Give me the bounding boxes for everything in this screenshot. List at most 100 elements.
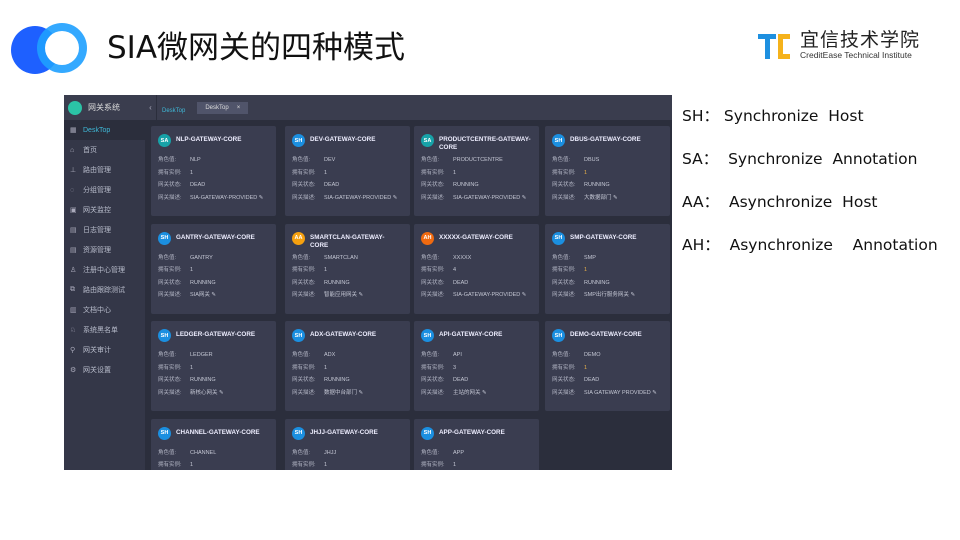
card-field: 网关描述: SMP出行服务网关 ✎: [552, 289, 662, 302]
card-field: 角色值: NLP: [158, 154, 268, 167]
legend-item: SH： Synchronize Host: [682, 104, 864, 126]
card-field: 网关描述: 智能应用网关 ✎: [292, 289, 402, 302]
sidebar-item[interactable]: ♘ 系统黑名单: [64, 320, 145, 340]
card-field: 网关状态: RUNNING: [552, 277, 662, 290]
card-field: 角色值: SMP: [552, 252, 662, 265]
top-bar: ‹ DeskTop DeskTop ×: [145, 95, 672, 120]
field-value: 1: [584, 169, 588, 176]
card-field: 网关描述: SIA-GATEWAY-PROVIDED ✎: [421, 289, 531, 302]
field-label: 角色值:: [158, 449, 177, 456]
gateway-card[interactable]: SH GANTRY-GATEWAY-CORE 角色值: GANTRY 拥有实例: 1 网关状…: [151, 223, 276, 314]
card-header: SA PRODUCTCENTRE-GATEWAY-CORE: [421, 134, 531, 152]
card-field: 角色值: XXXXX: [421, 252, 531, 265]
field-value: 新核心网关 ✎: [190, 389, 224, 396]
card-field: 拥有实例: 1: [552, 362, 662, 375]
sidebar-item-label: 分组管理: [83, 187, 111, 194]
card-field: 角色值: DBUS: [552, 154, 662, 167]
field-label: 拥有实例:: [292, 462, 316, 468]
card-field: 拥有实例: 4: [421, 264, 531, 277]
field-value: 1: [324, 267, 328, 273]
sidebar-item[interactable]: ▤ 日志管理: [64, 220, 145, 240]
breadcrumb[interactable]: DeskTop: [162, 108, 185, 114]
card-header: SH JHJJ-GATEWAY-CORE: [292, 426, 402, 445]
gateway-name: JHJJ-GATEWAY-CORE: [310, 428, 378, 436]
close-icon[interactable]: ×: [237, 105, 241, 111]
gateway-card[interactable]: SH CHANNEL-GATEWAY-CORE 角色值: CHANNEL 拥有实例: 1: [151, 418, 276, 470]
sidebar-item-label: 注册中心管理: [83, 267, 125, 274]
sidebar-item[interactable]: ⊥ 路由管理: [64, 160, 145, 180]
sidebar-item[interactable]: ⚙ 网关设置: [64, 360, 145, 380]
field-label: 网关描述:: [292, 389, 316, 396]
field-value: API: [453, 352, 462, 358]
field-label: 网关状态:: [158, 279, 182, 286]
card-field: 网关描述: 大数据部门 ✎: [552, 192, 662, 205]
card-field: 网关状态: DEAD: [421, 277, 531, 290]
gateway-name: GANTRY-GATEWAY-CORE: [176, 233, 255, 241]
card-field: 网关描述: SIA-GATEWAY-PROVIDED ✎: [421, 192, 531, 205]
gateway-card[interactable]: SH DBUS-GATEWAY-CORE 角色值: DBUS 拥有实例: 1 网关状态: RU…: [545, 126, 670, 216]
field-value: RUNNING: [324, 377, 350, 383]
field-label: 角色值:: [158, 352, 177, 358]
field-label: 网关状态:: [292, 182, 316, 188]
sidebar-item-label: 网关设置: [83, 367, 111, 374]
field-value: SIA-GATEWAY-PROVIDED ✎: [453, 194, 527, 201]
gateway-card[interactable]: SA PRODUCTCENTRE-GATEWAY-CORE 角色值: PRODUCTC…: [414, 126, 539, 216]
field-label: 拥有实例:: [552, 169, 576, 176]
sidebar-item[interactable]: ▤ 资源管理: [64, 240, 145, 260]
menu-icon: ▤: [70, 247, 77, 254]
sidebar-item[interactable]: ⚲ 网关审计: [64, 340, 145, 360]
sidebar-item[interactable]: ▥ 文档中心: [64, 300, 145, 320]
field-label: 角色值:: [552, 157, 571, 163]
brand-name-cn: 宜信技术学院: [800, 29, 921, 51]
field-value: 1: [190, 169, 194, 176]
gateway-card[interactable]: SH DEV-GATEWAY-CORE 角色值: DEV 拥有实例: 1 网关状态: DEAD…: [285, 126, 410, 216]
field-label: 角色值:: [421, 254, 440, 261]
legend-abbr: SA：: [682, 150, 719, 168]
card-field: 网关状态: RUNNING: [421, 179, 531, 192]
gateway-card[interactable]: SH ADX-GATEWAY-CORE 角色值: ADX 拥有实例: 1 网关状态: RUNN…: [285, 321, 410, 411]
sidebar-item[interactable]: ▣ 网关监控: [64, 200, 145, 220]
gateway-card[interactable]: AA SMARTCLAN-GATEWAY-CORE 角色值: SMARTCLAN 拥有实…: [285, 223, 410, 314]
sidebar-item[interactable]: ♙ 注册中心管理: [64, 260, 145, 280]
gateway-card[interactable]: SH SMP-GATEWAY-CORE 角色值: SMP 拥有实例: 1 网关状态: RUNN…: [545, 223, 670, 314]
field-label: 拥有实例:: [158, 169, 182, 176]
field-label: 网关状态:: [552, 182, 576, 188]
collapse-sidebar-button[interactable]: ‹: [145, 95, 157, 120]
field-value: DEMO: [584, 352, 601, 358]
field-label: 网关状态:: [292, 377, 316, 383]
card-field: 拥有实例: 3: [421, 362, 531, 375]
gateway-name: ADX-GATEWAY-CORE: [310, 331, 377, 338]
field-label: 拥有实例:: [421, 462, 445, 468]
sidebar-item-label: 资源管理: [83, 247, 111, 254]
gateway-card[interactable]: SA NLP-GATEWAY-CORE 角色值: NLP 拥有实例: 1 网关状态: DEAD…: [151, 126, 276, 216]
legend-item: AA： Asynchronize Host: [682, 190, 877, 212]
gateway-card[interactable]: AH XXXXX-GATEWAY-CORE 角色值: XXXXX 拥有实例: 4 网关状态:…: [414, 223, 539, 314]
card-field: 拥有实例: 1: [158, 459, 268, 470]
field-value: SMP出行服务网关 ✎: [584, 292, 636, 298]
field-label: 网关状态:: [552, 377, 576, 383]
gateway-card[interactable]: SH APP-GATEWAY-CORE 角色值: APP 拥有实例: 1: [414, 418, 539, 470]
gateway-card[interactable]: SH JHJJ-GATEWAY-CORE 角色值: JHJJ 拥有实例: 1: [285, 418, 410, 470]
field-label: 拥有实例:: [552, 267, 576, 273]
sidebar-item[interactable]: ⧉ 路由跟踪测试: [64, 280, 145, 300]
gateway-name: APP-GATEWAY-CORE: [439, 428, 505, 436]
field-label: 角色值:: [158, 254, 177, 261]
card-field: 网关状态: RUNNING: [552, 179, 662, 192]
field-value: RUNNING: [190, 279, 216, 286]
field-value: SIA GATEWAY PROVIDED ✎: [584, 389, 657, 396]
card-field: 角色值: PRODUCTCENTRE: [421, 154, 531, 167]
field-label: 拥有实例:: [292, 364, 316, 371]
gateway-card[interactable]: SH DEMO-GATEWAY-CORE 角色值: DEMO 拥有实例: 1 网关状态: DE…: [545, 321, 670, 411]
tab-desktop[interactable]: DeskTop ×: [197, 101, 249, 114]
card-header: SH DEV-GATEWAY-CORE: [292, 134, 402, 152]
gateway-card[interactable]: SH LEDGER-GATEWAY-CORE 角色值: LEDGER 拥有实例: 1 网关状…: [151, 321, 276, 411]
sidebar-item[interactable]: ⌂ 首页: [64, 140, 145, 160]
card-field: 角色值: CHANNEL: [158, 447, 268, 460]
field-value: 3: [453, 364, 457, 371]
gateway-name: SMARTCLAN-GATEWAY-CORE: [310, 233, 385, 249]
card-header: SA NLP-GATEWAY-CORE: [158, 134, 268, 152]
sidebar-item[interactable]: ▦ DeskTop: [64, 120, 145, 140]
sidebar-item-label: 路由跟踪测试: [83, 287, 125, 294]
gateway-card[interactable]: SH API-GATEWAY-CORE 角色值: API 拥有实例: 3 网关状态: DEAD…: [414, 321, 539, 411]
sidebar-item[interactable]: ◌ 分组管理: [64, 180, 145, 200]
